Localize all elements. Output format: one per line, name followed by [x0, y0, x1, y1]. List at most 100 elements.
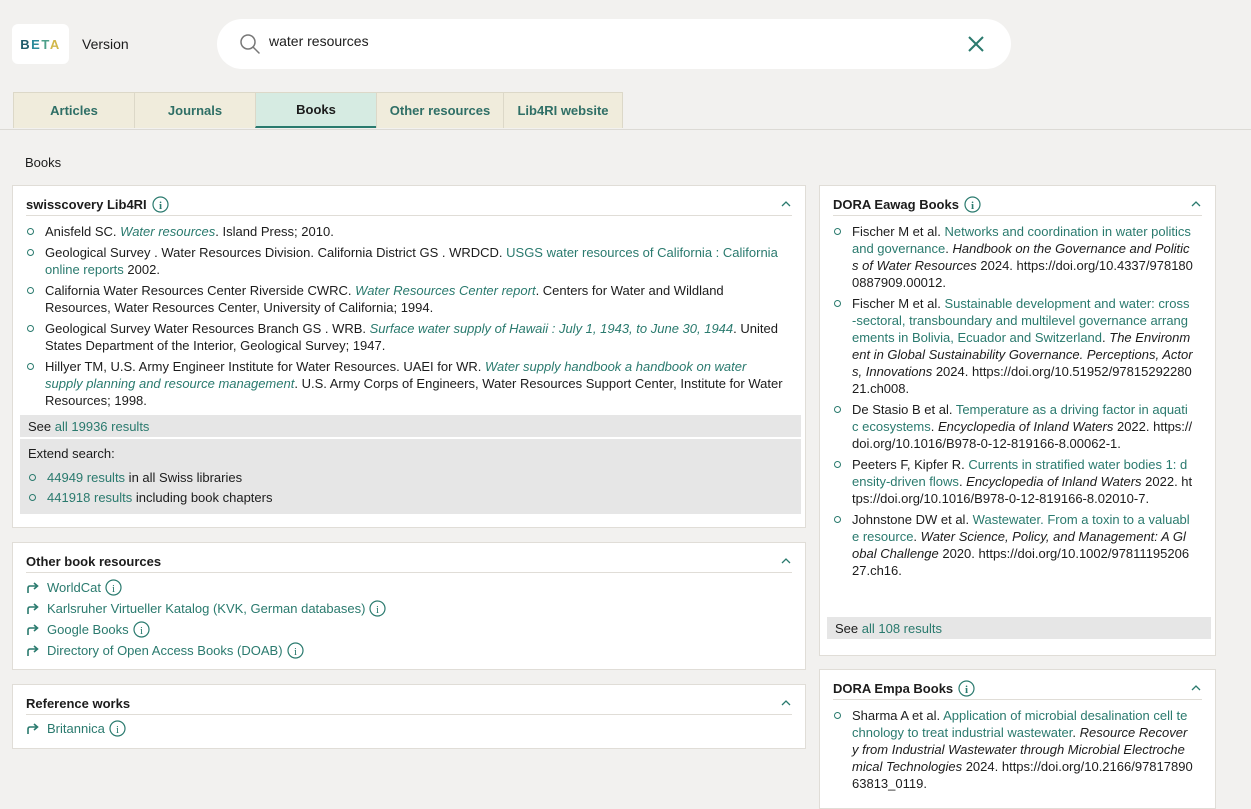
beta-logo[interactable]: BETA: [12, 24, 69, 64]
result-link[interactable]: Surface water supply of Hawaii : July 1,…: [370, 321, 734, 336]
search-input[interactable]: [269, 33, 909, 49]
panel-title: Reference works: [26, 695, 131, 711]
tab-articles[interactable]: Articles: [13, 92, 135, 128]
list-item: California Water Resources Center Rivers…: [26, 282, 786, 316]
svg-text:i: i: [971, 200, 974, 212]
list-item: Britannica i: [26, 718, 126, 739]
chevron-up-icon[interactable]: [780, 197, 792, 212]
list-item: Johnstone DW et al. Wastewater. From a t…: [833, 511, 1193, 579]
svg-text:i: i: [294, 646, 297, 658]
google-books-link[interactable]: Google Books: [47, 622, 129, 637]
tab-divider: [0, 129, 1251, 130]
logo-text: BETA: [20, 36, 61, 52]
tab-lib4ri-website[interactable]: Lib4RI website: [503, 92, 623, 128]
info-icon[interactable]: i: [109, 720, 126, 737]
panel-title: DORA Empa Books: [833, 680, 954, 696]
list-item: Hillyer TM, U.S. Army Engineer Institute…: [26, 358, 786, 409]
list-item: WorldCat i: [26, 577, 386, 598]
close-icon[interactable]: [967, 35, 985, 56]
result-details: 2002.: [123, 262, 160, 277]
dora-eawag-panel: DORA Eawag Books i Fischer M et al. Netw…: [819, 185, 1216, 656]
panel-header: Reference works: [26, 692, 792, 715]
see-all-bar: See all 19936 results: [20, 415, 801, 437]
result-authors: Hillyer TM, U.S. Army Engineer Institute…: [45, 359, 485, 374]
svg-text:i: i: [159, 200, 162, 212]
result-list: Fischer M et al. Networks and coordinati…: [833, 223, 1193, 583]
info-icon[interactable]: i: [958, 679, 975, 697]
chevron-up-icon[interactable]: [780, 696, 792, 711]
result-authors: Geological Survey Water Resources Branch…: [45, 321, 370, 336]
info-icon[interactable]: i: [152, 195, 169, 213]
reference-works-panel: Reference works Britannica i: [12, 684, 806, 749]
list-item: Geological Survey . Water Resources Divi…: [26, 244, 786, 278]
panel-header: DORA Empa Books i: [833, 677, 1202, 700]
result-authors: Fischer M et al.: [852, 224, 945, 239]
list-item: Anisfeld SC. Water resources. Island Pre…: [26, 223, 786, 240]
result-link[interactable]: Water Resources Center report: [355, 283, 535, 298]
info-icon[interactable]: i: [369, 600, 387, 617]
chevron-up-icon[interactable]: [1190, 197, 1202, 212]
result-authors: Anisfeld SC.: [45, 224, 121, 239]
search-bar: [217, 19, 1011, 69]
result-authors: Geological Survey . Water Resources Divi…: [45, 245, 507, 260]
info-icon[interactable]: i: [133, 621, 150, 638]
kvk-link[interactable]: Karlsruher Virtueller Katalog (KVK, Germ…: [47, 601, 365, 616]
tab-books[interactable]: Books: [255, 92, 377, 128]
result-authors: Sharma A et al.: [852, 708, 944, 723]
result-list: Anisfeld SC. Water resources. Island Pre…: [26, 223, 786, 413]
result-authors: California Water Resources Center Rivers…: [45, 283, 356, 298]
tab-other-resources[interactable]: Other resources: [376, 92, 504, 128]
list-item: Fischer M et al. Networks and coordinati…: [833, 223, 1193, 291]
chevron-up-icon[interactable]: [780, 554, 792, 569]
chevron-up-icon[interactable]: [1190, 681, 1202, 696]
panel-title: DORA Eawag Books: [833, 196, 959, 212]
redirect-arrow-icon: [26, 644, 40, 657]
result-link[interactable]: Water resources: [120, 224, 215, 239]
list-item: 44949 results in all Swiss libraries: [28, 469, 272, 486]
swisscovery-panel: swisscovery Lib4RI i Anisfeld SC. Water …: [12, 185, 806, 528]
doab-link[interactable]: Directory of Open Access Books (DOAB): [47, 643, 283, 658]
svg-text:i: i: [965, 684, 968, 696]
extend-link[interactable]: 441918 results: [47, 490, 132, 505]
panel-title: Other book resources: [26, 553, 162, 569]
redirect-arrow-icon: [26, 722, 40, 735]
list-item: De Stasio B et al. Temperature as a driv…: [833, 401, 1193, 452]
result-authors: Johnstone DW et al.: [852, 512, 973, 527]
extend-link[interactable]: 44949 results: [47, 470, 125, 485]
panel-header: DORA Eawag Books i: [833, 193, 1202, 216]
extend-search-label: Extend search:: [28, 446, 115, 461]
britannica-link[interactable]: Britannica: [47, 721, 105, 736]
see-all-link[interactable]: all 108 results: [862, 621, 942, 636]
svg-text:i: i: [112, 583, 115, 595]
worldcat-link[interactable]: WorldCat: [47, 580, 101, 595]
list-item: Sharma A et al. Application of microbial…: [833, 707, 1193, 792]
search-icon: [239, 33, 261, 58]
panel-header: Other book resources: [26, 550, 792, 573]
info-icon[interactable]: i: [105, 579, 122, 596]
see-all-link[interactable]: all 19936 results: [55, 419, 150, 434]
list-item: Karlsruher Virtueller Katalog (KVK, Germ…: [26, 598, 387, 619]
info-icon[interactable]: i: [286, 642, 304, 659]
extend-search-box: Extend search: 44949 results in all Swis…: [20, 439, 801, 514]
list-item: Fischer M et al. Sustainable development…: [833, 295, 1193, 397]
list-item: 441918 results including book chapters: [28, 489, 272, 506]
info-icon[interactable]: i: [964, 195, 981, 213]
see-prefix: See: [28, 418, 52, 434]
tab-bar: Articles Journals Books Other resources …: [13, 92, 623, 128]
tab-journals[interactable]: Journals: [134, 92, 256, 128]
reference-link-list: Britannica i: [26, 718, 126, 739]
extend-list: 44949 results in all Swiss libraries 441…: [28, 469, 272, 510]
redirect-arrow-icon: [26, 623, 40, 636]
list-item: Google Books i: [26, 619, 386, 640]
result-details: . Island Press; 2010.: [215, 224, 334, 239]
list-item: Geological Survey Water Resources Branch…: [26, 320, 786, 354]
extend-details: including book chapters: [132, 490, 273, 505]
dora-empa-panel: DORA Empa Books i Sharma A et al. Applic…: [819, 669, 1216, 809]
panel-header: swisscovery Lib4RI i: [26, 193, 792, 216]
result-authors: Fischer M et al.: [852, 296, 945, 311]
other-book-resources-panel: Other book resources WorldCat i Karlsruh…: [12, 542, 806, 670]
breadcrumb: Books: [25, 155, 62, 170]
result-source: Encyclopedia of Inland Waters: [937, 419, 1114, 434]
svg-text:i: i: [376, 604, 379, 616]
extend-details: in all Swiss libraries: [125, 470, 243, 485]
